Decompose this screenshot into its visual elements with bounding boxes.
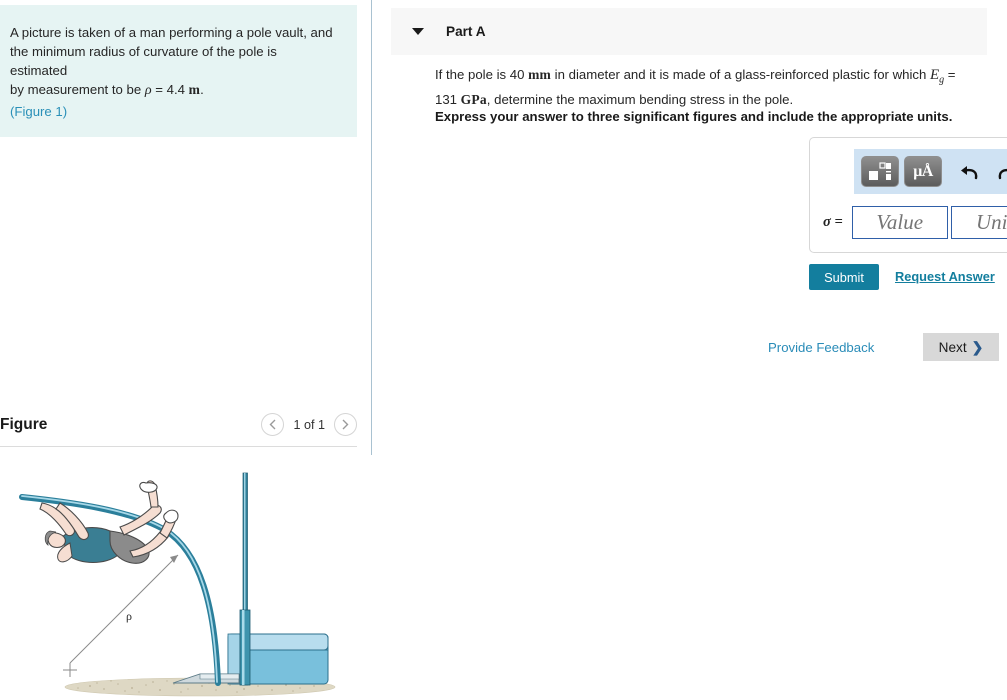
caret-down-icon[interactable] — [412, 28, 424, 35]
vault-pole — [19, 494, 221, 686]
problem-line-2: the minimum radius of curvature of the p… — [10, 44, 277, 78]
variable-E: E — [929, 67, 940, 83]
problem-line-3: by measurement to be — [10, 82, 145, 97]
unit-mm: mm — [528, 67, 552, 82]
figure-title: Figure — [0, 416, 48, 433]
units-input[interactable] — [950, 206, 1007, 239]
provide-feedback-link[interactable]: Provide Feedback — [768, 340, 874, 355]
chevron-right-icon: ❯ — [971, 338, 984, 355]
chevron-right-icon — [342, 419, 349, 430]
radius-line — [63, 554, 179, 677]
left-panel: A picture is taken of a man performing a… — [0, 0, 372, 700]
undo-arrow-icon[interactable] — [956, 159, 982, 185]
value-input[interactable] — [851, 206, 948, 239]
part-a-header[interactable]: Part A — [391, 8, 987, 55]
redo-arrow-icon[interactable] — [993, 159, 1007, 185]
problem-statement: A picture is taken of a man performing a… — [0, 5, 357, 137]
math-template-icon[interactable] — [861, 156, 899, 187]
part-a-title: Part A — [446, 24, 486, 39]
pole-vault-illustration-svg: ρ — [19, 472, 336, 697]
question-text: If the pole is 40 mm in diameter and it … — [435, 65, 980, 110]
problem-period: . — [200, 82, 204, 97]
problem-line-1: A picture is taken of a man performing a… — [10, 25, 333, 40]
chevron-left-icon — [269, 419, 276, 430]
answer-input-box: μÅ σ = Value Units — [809, 137, 1007, 253]
answer-instruction: Express your answer to three significant… — [435, 109, 953, 124]
rho-unit: m — [188, 82, 201, 97]
rho-symbol: ρ — [144, 83, 152, 98]
figure-navigation: 1 of 1 — [261, 413, 357, 436]
unit-GPa: GPa — [460, 92, 487, 108]
question-seg-1: If the pole is 40 — [435, 67, 529, 82]
math-template-glyph — [869, 161, 891, 180]
rho-equals: = — [151, 82, 167, 97]
upright-standard — [239, 472, 251, 686]
request-answer-link[interactable]: Request Answer — [895, 269, 995, 284]
pole-vaulter — [39, 480, 179, 564]
undo-glyph — [960, 166, 977, 180]
figure-header: Figure 1 of 1 — [0, 407, 357, 447]
figure-next-button[interactable] — [334, 413, 357, 436]
figure-counter: 1 of 1 — [293, 417, 325, 432]
rho-value: 4.4 — [166, 82, 185, 97]
submit-button[interactable]: Submit — [809, 264, 879, 290]
next-button[interactable]: Next ❯ — [923, 333, 999, 361]
micro-angstrom-units-icon[interactable]: μÅ — [904, 156, 942, 187]
pole-vault-figure[interactable]: ρ — [0, 455, 372, 700]
figure-prev-button[interactable] — [261, 413, 285, 436]
redo-glyph — [998, 168, 1007, 180]
problem-text: A picture is taken of a man performing a… — [10, 23, 333, 121]
next-button-label: Next — [938, 339, 967, 355]
right-panel: Part A If the pole is 40 mm in diameter … — [373, 0, 1007, 700]
question-seg-2: in diameter and it is made of a glass-re… — [551, 67, 930, 82]
figure-1-link[interactable]: (Figure 1) — [10, 102, 333, 121]
sigma-label: σ = — [823, 214, 843, 230]
answer-toolbar: μÅ — [854, 149, 1007, 194]
micro-angstrom-label: μÅ — [913, 162, 933, 180]
answer-row: σ = — [823, 206, 1007, 239]
rho-figure-label: ρ — [126, 609, 132, 623]
question-seg-4: , determine the maximum bending stress i… — [486, 92, 794, 108]
problem-page: A picture is taken of a man performing a… — [0, 0, 1007, 700]
